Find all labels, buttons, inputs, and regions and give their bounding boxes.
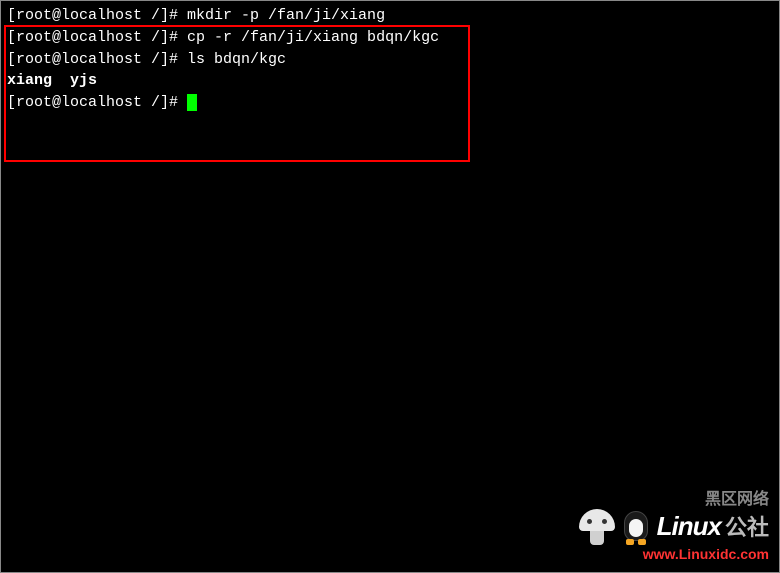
terminal-prompt: [root@localhost /]# [7,7,178,24]
watermark-brand: Linux [657,511,721,541]
penguin-icon [621,509,651,545]
terminal-prompt: [root@localhost /]# [7,94,178,111]
terminal-line: xiang yjs [7,70,773,92]
terminal-line: [root@localhost /]# cp -r /fan/ji/xiang … [7,27,773,49]
terminal-area[interactable]: [root@localhost /]# mkdir -p /fan/ji/xia… [1,1,779,118]
terminal-line: [root@localhost /]# ls bdqn/kgc [7,49,773,71]
watermark-text-group: 黑区网络 Linux公社 [657,508,769,546]
watermark-url: www.Linuxidc.com [579,544,769,564]
watermark-cn-label: 黑区网络 [705,488,769,511]
terminal-command: cp -r /fan/ji/xiang bdqn/kgc [178,29,439,46]
mushroom-icon [579,509,615,545]
watermark: 黑区网络 Linux公社 www.Linuxidc.com [579,508,769,564]
terminal-command [178,94,187,111]
cursor-icon [187,94,197,111]
terminal-line: [root@localhost /]# mkdir -p /fan/ji/xia… [7,5,773,27]
watermark-suffix: 公社 [725,515,769,540]
terminal-line: [root@localhost /]# [7,92,773,114]
terminal-prompt: [root@localhost /]# [7,51,178,68]
watermark-logo-row: 黑区网络 Linux公社 [579,508,769,546]
terminal-prompt: [root@localhost /]# [7,29,178,46]
terminal-output: xiang yjs [7,72,97,89]
terminal-command: ls bdqn/kgc [178,51,286,68]
terminal-command: mkdir -p /fan/ji/xiang [178,7,385,24]
